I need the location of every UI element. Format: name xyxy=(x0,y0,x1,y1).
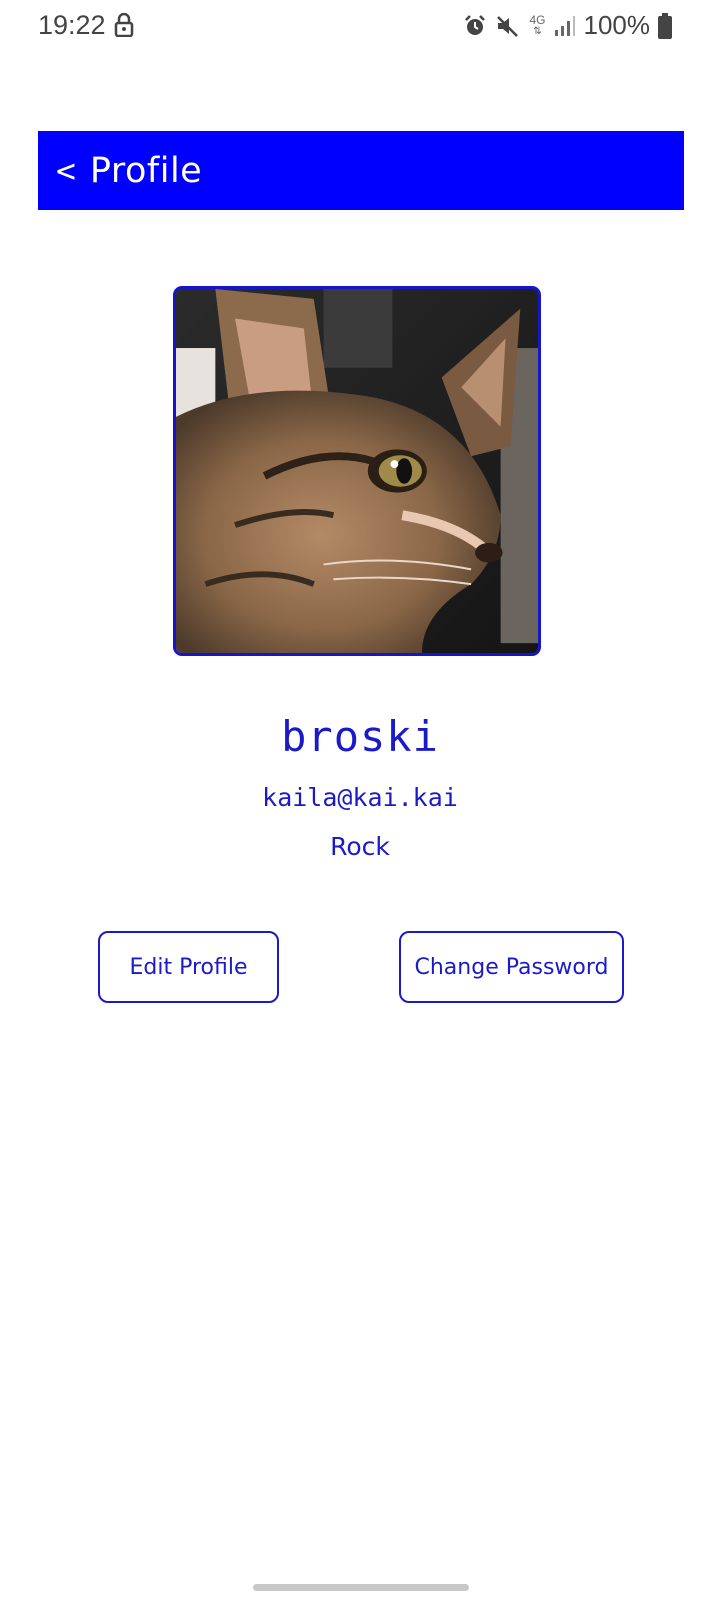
lock-icon xyxy=(114,12,134,38)
network-type: 4G ⇅ xyxy=(529,12,546,37)
home-indicator[interactable] xyxy=(253,1584,469,1591)
profile-genre: Rock xyxy=(330,832,390,861)
avatar xyxy=(173,286,541,656)
battery-percent: 100% xyxy=(583,10,651,40)
cat-photo-image xyxy=(176,289,538,653)
header-bar[interactable]: < Profile xyxy=(38,131,684,210)
status-time: 19:22 xyxy=(38,10,106,40)
profile-email: kaila@kai.kai xyxy=(262,783,458,812)
mute-icon xyxy=(495,14,521,38)
back-icon[interactable]: < xyxy=(56,151,76,190)
profile-username: broski xyxy=(281,712,439,761)
status-icons: 4G ⇅ 100% xyxy=(463,10,672,41)
signal-icon xyxy=(554,15,576,37)
edit-profile-button[interactable]: Edit Profile xyxy=(98,931,279,1003)
battery-icon xyxy=(658,12,672,39)
status-bar: 19:22 4G ⇅ 100% xyxy=(0,0,720,52)
change-password-button[interactable]: Change Password xyxy=(399,931,624,1003)
page-title: Profile xyxy=(89,150,203,191)
alarm-icon xyxy=(463,14,487,38)
